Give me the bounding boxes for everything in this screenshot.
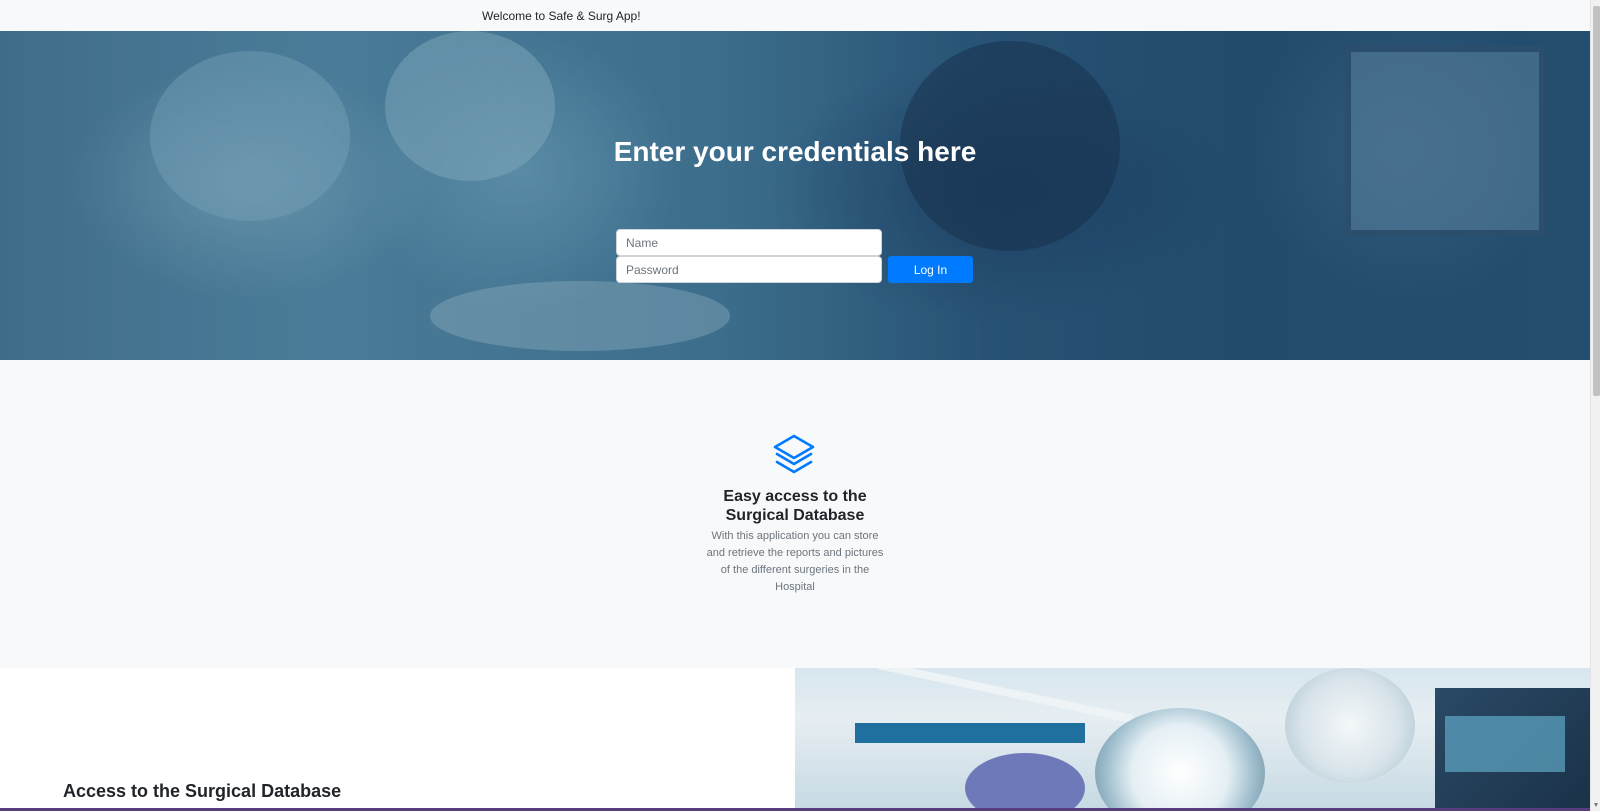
top-navbar: Welcome to Safe & Surg App!: [0, 0, 1590, 31]
image-monitor-display: [1445, 716, 1565, 772]
image-surgical-lamp: [1285, 668, 1415, 783]
password-input[interactable]: [616, 256, 882, 283]
scroll-down-arrow-icon[interactable]: ▼: [1592, 802, 1600, 809]
page-scrollbar[interactable]: ▼: [1590, 0, 1600, 811]
image-surgeon-cap: [965, 753, 1085, 811]
image-surgical-lamp: [1095, 708, 1265, 811]
name-input[interactable]: [616, 229, 882, 256]
image-ceiling-panel: [855, 723, 1085, 743]
image-lamp-arm: [877, 668, 1133, 723]
navbar-brand[interactable]: Welcome to Safe & Surg App!: [482, 9, 641, 23]
login-hero: Enter your credentials here Log In: [0, 31, 1590, 360]
login-button[interactable]: Log In: [888, 256, 973, 283]
feature-title: Easy access to the Surgical Database: [723, 488, 867, 524]
showcase-section: Access to the Surgical Database: [0, 668, 1590, 811]
operating-room-image: [795, 668, 1590, 811]
image-monitor: [1435, 688, 1590, 811]
scrollbar-thumb[interactable]: [1593, 6, 1600, 396]
showcase-title: Access to the Surgical Database: [63, 781, 342, 801]
hero-overlay: [0, 31, 1590, 360]
feature-description: With this application you can store and …: [706, 530, 884, 593]
feature-section: Easy access to the Surgical Database Wit…: [0, 360, 1590, 668]
layers-icon: [773, 434, 815, 474]
login-heading: Enter your credentials here: [613, 136, 977, 167]
